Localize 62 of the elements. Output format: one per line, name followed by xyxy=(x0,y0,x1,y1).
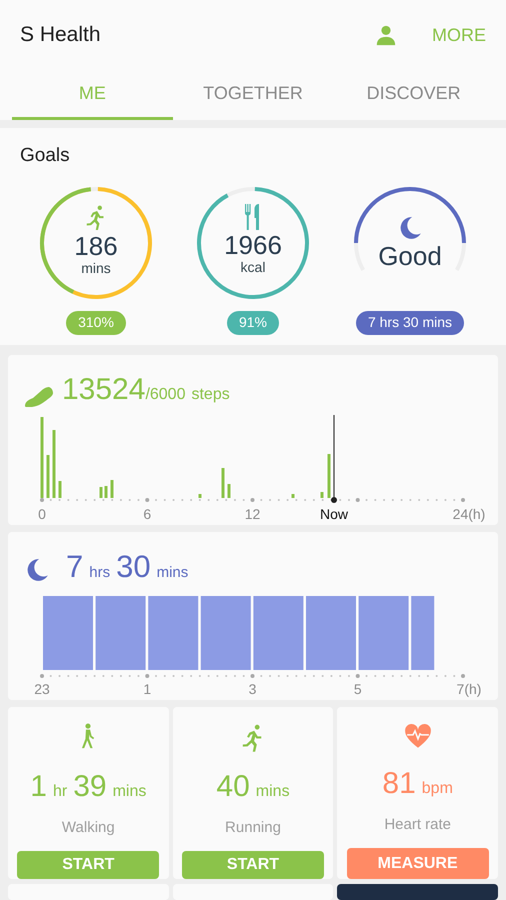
unit-label: mins xyxy=(256,782,290,802)
steps-card[interactable]: 13524/6000 steps 0 6 12 Now 24(h) xyxy=(8,355,498,525)
value-number: 39 xyxy=(73,768,107,805)
goal-unit: mins xyxy=(81,260,111,274)
tile-label: Walking xyxy=(62,818,115,838)
app-title: S Health xyxy=(20,22,102,48)
goal-unit: kcal xyxy=(240,260,266,274)
sleep-card[interactable]: 7 hrs 30 mins 23 1 3 5 7(h) xyxy=(8,532,498,700)
tile-action-button[interactable]: MEASURE xyxy=(346,848,489,879)
step-bar xyxy=(100,487,102,498)
goal-badge: 91% xyxy=(226,310,280,334)
step-bar xyxy=(198,494,202,498)
heart-rate-icon xyxy=(404,723,432,749)
tab[interactable]: TOGETHER xyxy=(172,70,334,120)
unit-label: hr xyxy=(52,782,68,802)
axis-label: 24(h) xyxy=(452,506,486,522)
value-number: 81 xyxy=(382,766,416,802)
axis-label: 3 xyxy=(248,681,256,697)
step-bar xyxy=(52,430,56,498)
step-bar xyxy=(58,481,62,498)
axis-label: 12 xyxy=(244,506,260,522)
value-number: 1 xyxy=(30,768,47,805)
step-bar xyxy=(110,480,114,498)
unit-label: mins xyxy=(156,563,188,583)
step-bar xyxy=(320,492,324,498)
value-number: 40 xyxy=(216,768,250,805)
axis-label: 1 xyxy=(143,681,152,697)
tile-action-button[interactable]: START xyxy=(182,851,324,879)
step-bar xyxy=(228,484,230,498)
goal-value: 1966 xyxy=(224,230,282,260)
tile-label: Heart rate xyxy=(384,814,452,835)
goal-value: 186 xyxy=(74,230,118,260)
value-number: 7 xyxy=(66,548,84,586)
profile-icon[interactable] xyxy=(375,24,397,46)
step-bar xyxy=(222,468,224,498)
tab[interactable]: ME xyxy=(12,70,173,120)
fork-knife-icon xyxy=(244,204,262,230)
step-bar xyxy=(46,455,50,498)
axis-label: 5 xyxy=(354,681,362,697)
goal-badge: 7 hrs 30 mins xyxy=(356,310,464,334)
goal-badge: 310% xyxy=(66,310,126,334)
step-bar xyxy=(292,494,294,498)
unit-label: mins xyxy=(112,782,146,802)
steps-unit: steps xyxy=(191,385,230,405)
step-bar xyxy=(104,486,108,498)
axis-label: 0 xyxy=(38,506,46,522)
axis-label: 6 xyxy=(143,506,152,522)
steps-count: 13524 xyxy=(62,372,146,408)
axis-label: 23 xyxy=(34,681,50,697)
tile-label: Running xyxy=(225,818,281,838)
unit-label: bpm xyxy=(422,778,453,799)
section-title: Goals xyxy=(20,144,71,168)
step-bar xyxy=(328,454,330,498)
axis-label: 7(h) xyxy=(456,681,482,697)
value-number: 30 xyxy=(116,548,151,586)
goal-value: Good xyxy=(378,240,442,270)
steps-goal: /6000 xyxy=(145,385,186,405)
unit-label: hrs xyxy=(89,563,110,583)
tile-action-button[interactable]: START xyxy=(17,851,160,879)
more-button[interactable]: MORE xyxy=(432,22,486,48)
tab[interactable]: DISCOVER xyxy=(333,70,494,120)
axis-label: Now xyxy=(320,506,348,522)
